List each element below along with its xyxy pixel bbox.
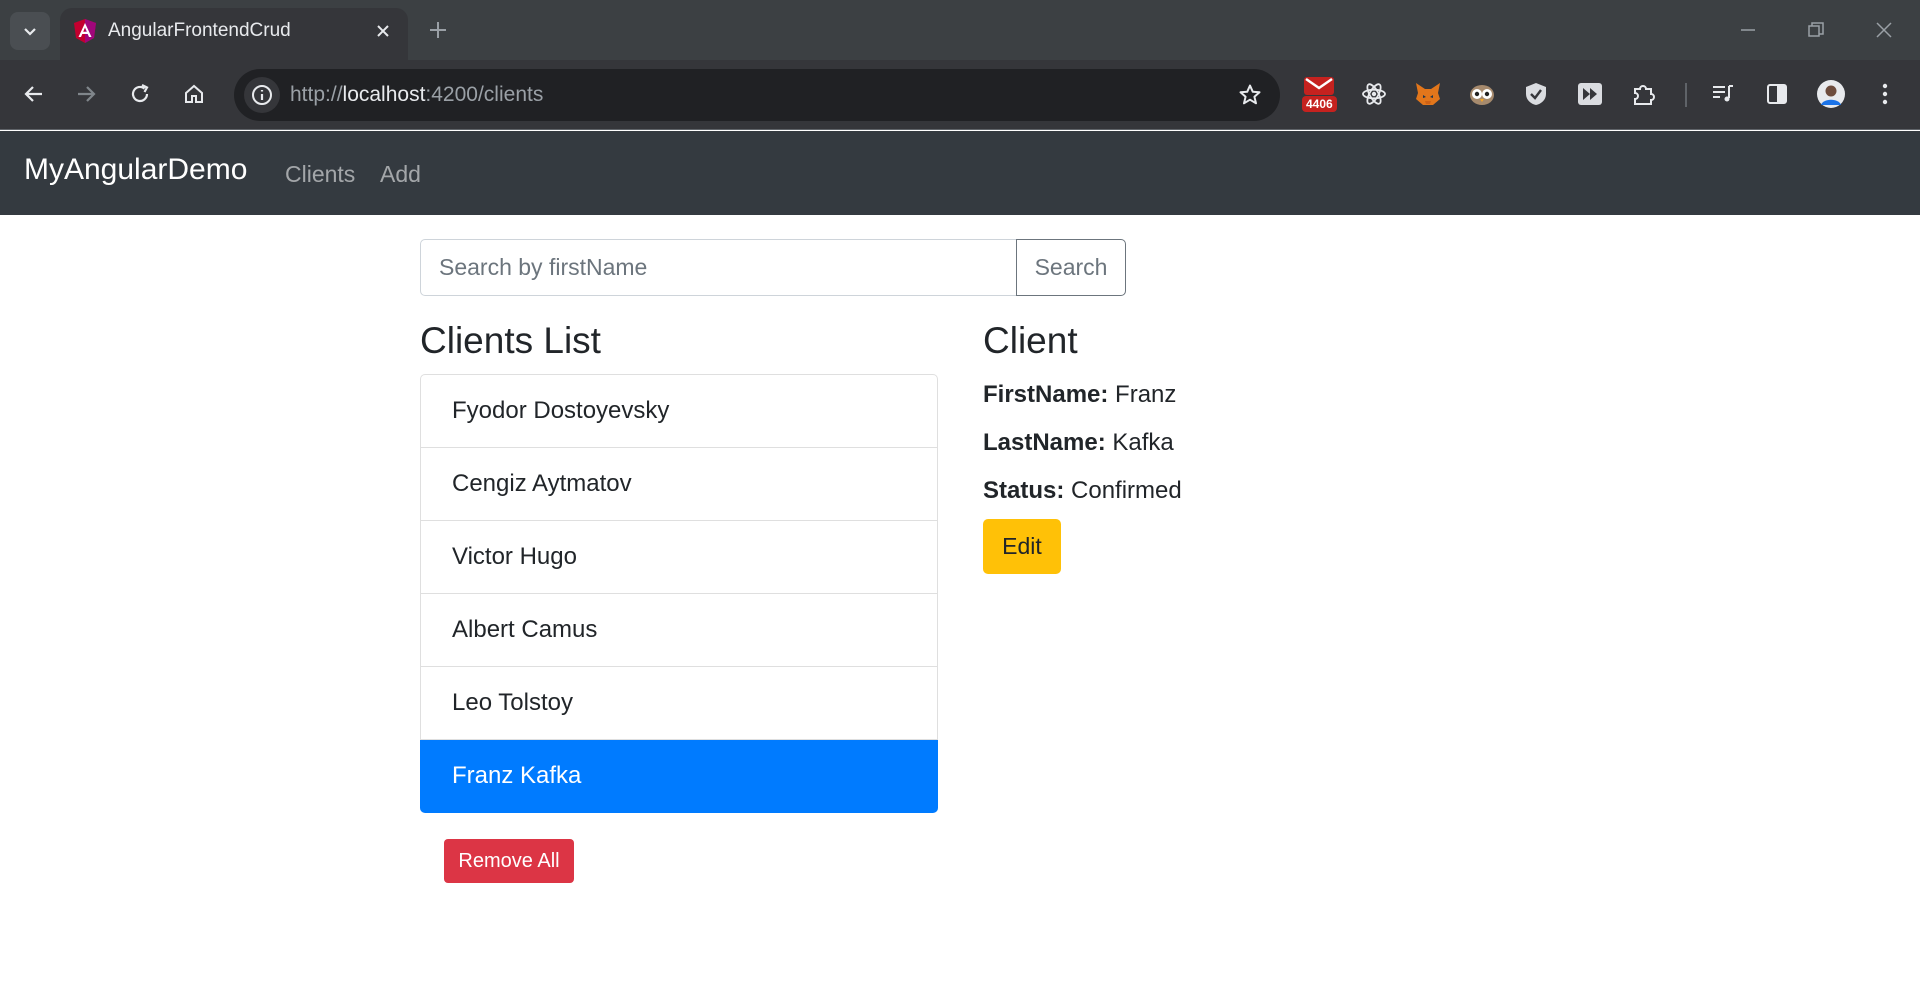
bookmark-star-icon[interactable] (1236, 81, 1264, 109)
close-tab-icon[interactable] (372, 20, 394, 42)
address-bar[interactable]: http://localhost:4200/clients (234, 69, 1280, 121)
toolbar-separator (1685, 83, 1687, 107)
metamask-fox-icon[interactable] (1409, 75, 1447, 113)
first-name-value: Franz (1115, 381, 1177, 408)
url-path: :4200/clients (425, 83, 544, 106)
restore-icon[interactable] (1796, 14, 1836, 46)
nav-link-add[interactable]: Add (380, 161, 421, 188)
back-icon[interactable] (14, 74, 54, 114)
mail-extension-icon[interactable]: 4406 (1300, 75, 1338, 113)
browser-tab[interactable]: AngularFrontendCrud (60, 8, 408, 60)
app-navbar: MyAngularDemo Clients Add (0, 131, 1920, 215)
last-name-label: LastName: (983, 429, 1106, 456)
browser-tab-bar: AngularFrontendCrud (0, 0, 1920, 60)
first-name-label: FirstName: (983, 381, 1109, 408)
status-value: Confirmed (1071, 477, 1182, 504)
extension-badge: 4406 (1302, 96, 1337, 112)
angular-icon (74, 19, 96, 43)
list-item[interactable]: Cengiz Aytmatov (420, 448, 938, 521)
forward-icon[interactable] (66, 74, 106, 114)
list-item[interactable]: Albert Camus (420, 594, 938, 667)
new-tab-icon[interactable] (424, 16, 452, 44)
reload-icon[interactable] (120, 74, 160, 114)
last-name-field: LastName: Kafka (983, 429, 1174, 457)
brand-link[interactable]: MyAngularDemo (24, 153, 247, 187)
minimize-icon[interactable] (1728, 14, 1768, 46)
url-scheme: http:// (290, 83, 343, 106)
search-group: Search (420, 239, 1126, 296)
tab-title: AngularFrontendCrud (108, 20, 291, 41)
side-panel-icon[interactable] (1758, 75, 1796, 113)
client-detail-title: Client (983, 320, 1078, 361)
url-text[interactable]: http://localhost:4200/clients (290, 83, 543, 107)
extensions-puzzle-icon[interactable] (1625, 75, 1663, 113)
clients-list: Fyodor Dostoyevsky Cengiz Aytmatov Victo… (420, 374, 938, 813)
url-host: localhost (342, 83, 426, 106)
chevron-down-icon (24, 28, 36, 36)
home-icon[interactable] (174, 74, 214, 114)
fast-forward-icon[interactable] (1571, 75, 1609, 113)
first-name-field: FirstName: Franz (983, 381, 1176, 409)
shield-icon[interactable] (1517, 75, 1555, 113)
tab-search-button[interactable] (10, 12, 50, 50)
list-item[interactable]: Fyodor Dostoyevsky (420, 374, 938, 448)
site-info-icon[interactable] (244, 77, 280, 113)
clients-list-title: Clients List (420, 320, 601, 361)
owl-extension-icon[interactable] (1463, 75, 1501, 113)
edit-button[interactable]: Edit (983, 519, 1061, 574)
close-window-icon[interactable] (1864, 14, 1904, 46)
search-input[interactable] (420, 239, 1017, 296)
more-menu-icon[interactable] (1866, 75, 1904, 113)
react-devtools-icon[interactable] (1355, 75, 1393, 113)
last-name-value: Kafka (1112, 429, 1174, 456)
browser-toolbar: http://localhost:4200/clients 4406 (0, 60, 1920, 130)
remove-all-button[interactable]: Remove All (444, 839, 574, 883)
nav-link-clients[interactable]: Clients (285, 161, 355, 188)
status-label: Status: (983, 477, 1065, 504)
list-item-active[interactable]: Franz Kafka (420, 740, 938, 813)
search-button[interactable]: Search (1016, 239, 1126, 296)
status-field: Status: Confirmed (983, 477, 1182, 505)
profile-avatar[interactable] (1812, 75, 1850, 113)
list-item[interactable]: Leo Tolstoy (420, 667, 938, 740)
reading-list-icon[interactable] (1704, 75, 1742, 113)
list-item[interactable]: Victor Hugo (420, 521, 938, 594)
